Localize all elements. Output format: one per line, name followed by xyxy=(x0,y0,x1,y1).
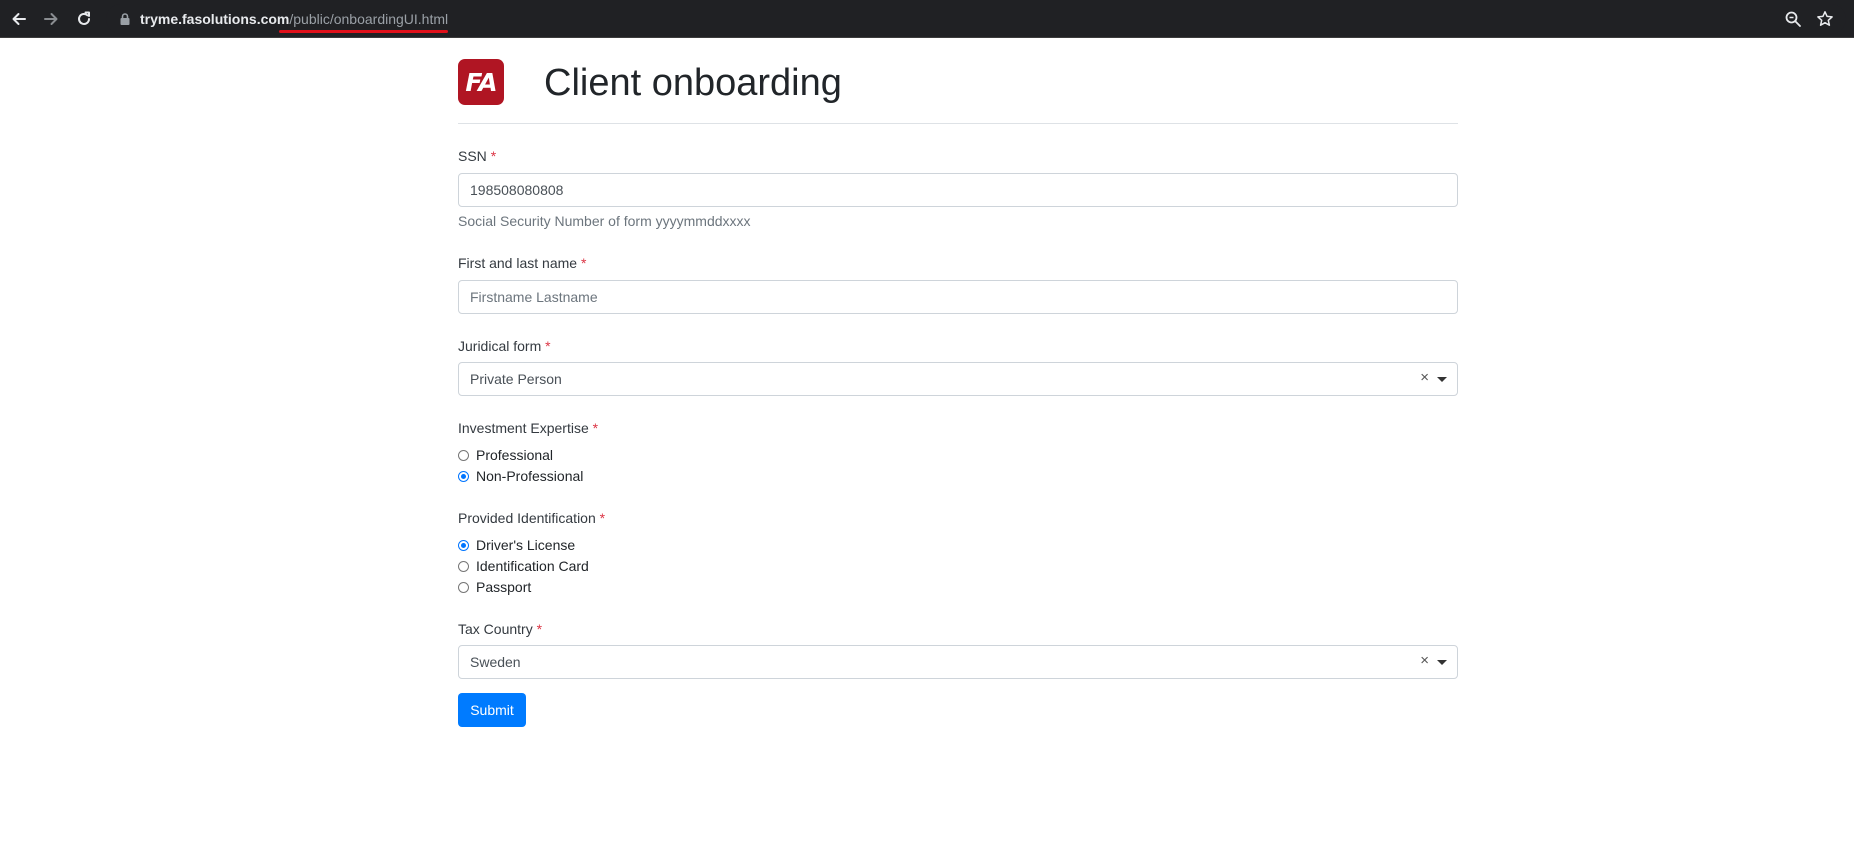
chevron-down-icon[interactable] xyxy=(1437,377,1447,382)
radio-passport[interactable]: Passport xyxy=(458,577,531,597)
required-marker: * xyxy=(545,338,551,354)
radio-label: Driver's License xyxy=(476,537,576,553)
required-marker: * xyxy=(580,255,587,271)
submit-button[interactable]: Submit xyxy=(458,693,526,727)
page-header: FA Client onboarding xyxy=(458,37,1458,124)
clear-icon[interactable]: × xyxy=(1420,370,1429,386)
juridical-form-label-text: Juridical form xyxy=(458,338,542,354)
tax-country-label-text: Tax Country xyxy=(458,621,533,637)
radio-button[interactable] xyxy=(458,539,469,551)
name-input[interactable] xyxy=(458,280,1458,314)
ssn-label: SSN * xyxy=(458,147,496,165)
back-arrow-icon[interactable] xyxy=(7,7,31,31)
tax-country-select[interactable]: Sweden × xyxy=(458,645,1458,679)
bookmark-star-icon[interactable] xyxy=(1816,10,1834,28)
radio-professional[interactable]: Professional xyxy=(458,445,553,465)
juridical-form-label: Juridical form * xyxy=(458,337,551,355)
required-marker: * xyxy=(536,621,543,637)
onboarding-container: FA Client onboarding SSN * Social Securi… xyxy=(458,37,1458,727)
investment-expertise-label: Investment Expertise * xyxy=(458,419,598,437)
lock-icon xyxy=(120,13,130,25)
tax-country-label: Tax Country * xyxy=(458,620,542,638)
juridical-form-value: Private Person xyxy=(470,371,562,387)
browser-toolbar: tryme.fasolutions.com/public/onboardingU… xyxy=(0,0,1854,38)
radio-label: Identification Card xyxy=(476,558,589,574)
radio-label: Passport xyxy=(476,579,532,595)
radio-button[interactable] xyxy=(458,449,469,461)
required-marker: * xyxy=(599,510,606,526)
ssn-input[interactable] xyxy=(458,173,1458,207)
url-path: /public/onboardingUI.html xyxy=(289,11,449,27)
url-highlight-underline xyxy=(279,30,448,33)
clear-icon[interactable]: × xyxy=(1420,653,1429,669)
forward-arrow-icon[interactable] xyxy=(39,7,63,31)
ssn-help-text: Social Security Number of form yyyymmddx… xyxy=(458,213,751,229)
ssn-label-text: SSN xyxy=(458,148,487,164)
radio-button[interactable] xyxy=(458,581,469,593)
fa-logo: FA xyxy=(458,59,504,105)
identification-label: Provided Identification * xyxy=(458,509,605,527)
reload-icon[interactable] xyxy=(72,7,96,31)
identification-label-text: Provided Identification xyxy=(458,510,596,526)
url-text: tryme.fasolutions.com/public/onboardingU… xyxy=(140,10,448,28)
juridical-form-select[interactable]: Private Person × xyxy=(458,362,1458,396)
radio-non-professional[interactable]: Non-Professional xyxy=(458,466,583,486)
chevron-down-icon[interactable] xyxy=(1437,660,1447,665)
required-marker: * xyxy=(490,148,497,164)
radio-label: Professional xyxy=(476,447,554,463)
radio-button[interactable] xyxy=(458,470,469,482)
name-label: First and last name * xyxy=(458,254,586,272)
page-title: Client onboarding xyxy=(544,62,842,104)
radio-button[interactable] xyxy=(458,560,469,572)
radio-label: Non-Professional xyxy=(476,468,584,484)
investment-expertise-label-text: Investment Expertise xyxy=(458,420,589,436)
logo-text: FA xyxy=(465,67,497,97)
name-label-text: First and last name xyxy=(458,255,578,271)
url-host: tryme.fasolutions.com xyxy=(140,11,290,27)
radio-identification-card[interactable]: Identification Card xyxy=(458,556,589,576)
tax-country-value: Sweden xyxy=(470,654,521,670)
radio-drivers-license[interactable]: Driver's License xyxy=(458,535,575,555)
required-marker: * xyxy=(592,420,599,436)
zoom-icon[interactable] xyxy=(1784,10,1802,28)
